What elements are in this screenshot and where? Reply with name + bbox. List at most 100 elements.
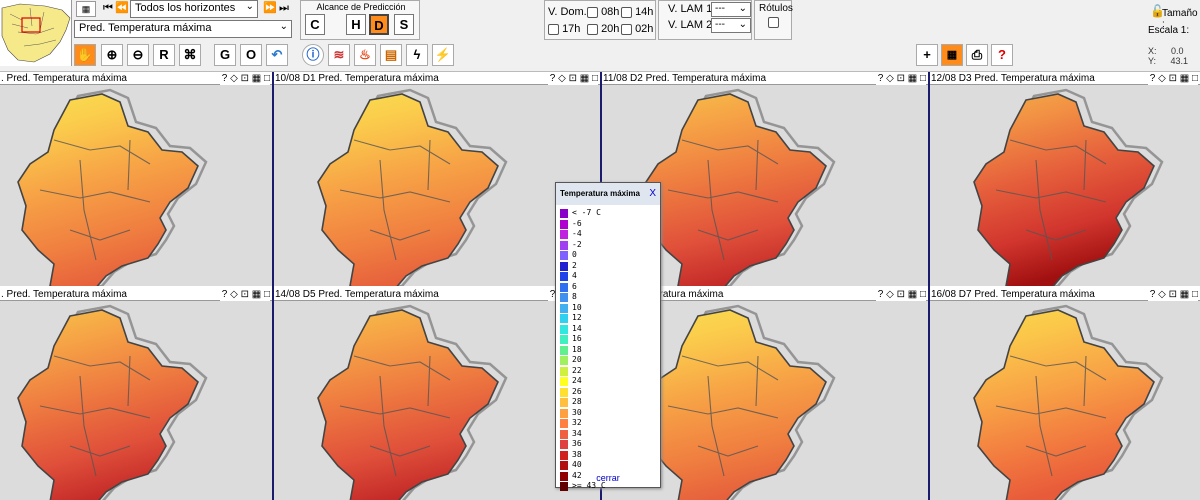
legend-close-button[interactable]: X	[649, 183, 656, 205]
binoculars-icon[interactable]: ⌘	[179, 44, 201, 66]
fire-icon[interactable]: ♨	[354, 44, 376, 66]
coordinates-readout: X: 0.0 Y: 43.1	[1148, 46, 1188, 66]
legend-swatch	[560, 429, 568, 439]
reset-view-button[interactable]: R	[153, 44, 175, 66]
zoom-in-icon[interactable]: ⊕	[101, 44, 123, 66]
vlam2-select[interactable]: --- ⌄	[711, 18, 751, 33]
last-horizon-icon[interactable]: ⏭	[274, 1, 294, 17]
panel-tools-icon[interactable]: ? ◇ ⊡ ▦ □	[219, 72, 270, 85]
escala-label: Escala 1:	[1148, 25, 1190, 36]
add-panel-icon[interactable]: +	[916, 44, 938, 66]
legend-row: 16	[556, 334, 660, 345]
legend-swatch	[560, 219, 568, 229]
legend-row: 14	[556, 324, 660, 335]
map-panel[interactable]: 12/08 D3 Pred. Temperatura máxima? ◇ ⊡ ▦…	[930, 72, 1200, 286]
panel-tools-icon[interactable]: ? ◇ ⊡ ▦ □	[219, 288, 270, 301]
vlam1-label: V. LAM 1	[668, 3, 713, 15]
map-panel[interactable]: 16/08 D7 Pred. Temperatura máxima? ◇ ⊡ ▦…	[930, 288, 1200, 500]
legend-scale: < -7 C -6 -4 -2 0 2 4 6 8 10 12 14 16 18 20 22 24 26 28 30 3…	[556, 205, 660, 492]
vdom-17h-checkbox[interactable]	[548, 23, 559, 35]
chevron-down-icon: ⌄	[279, 21, 288, 32]
rotulos-group: Rótulos	[754, 0, 793, 40]
legend-row: 40	[556, 460, 660, 471]
legend-row: 30	[556, 408, 660, 419]
legend-label: 38	[572, 449, 582, 459]
vdom-08h-checkbox[interactable]	[587, 6, 598, 18]
pan-hand-icon[interactable]: ✋	[74, 44, 96, 66]
horizon-select[interactable]: Todos los horizontes ⌄	[130, 0, 258, 18]
variable-select[interactable]: Pred. Temperatura máxima ⌄	[74, 20, 292, 38]
previous-horizon-icon[interactable]: ⏪	[112, 1, 132, 17]
print-icon[interactable]: ⎙	[966, 44, 988, 66]
vdom-group: V. Dom. 08h 14h 17h 20h 02h	[544, 0, 656, 40]
alcance-button-c[interactable]: C	[305, 14, 325, 35]
alcance-button-h[interactable]: H	[346, 14, 366, 35]
panel-tools-icon[interactable]: ? ◇ ⊡ ▦ □	[875, 72, 926, 85]
y-coord-value: 43.1	[1170, 56, 1189, 66]
zoom-out-icon[interactable]: ⊖	[127, 44, 149, 66]
legend-swatch	[560, 209, 568, 218]
overview-minimap[interactable]	[0, 0, 72, 66]
legend-label: 30	[572, 407, 582, 417]
legend-swatch	[560, 230, 568, 239]
legend-row: 32	[556, 418, 660, 429]
legend-label: 6	[572, 281, 577, 291]
legend-row: 10	[556, 303, 660, 314]
help-icon[interactable]: ?	[991, 44, 1013, 66]
chevron-down-icon: ⌄	[738, 3, 747, 14]
map-panel[interactable]: 10/08 D1 Pred. Temperatura máxima? ◇ ⊡ ▦…	[274, 72, 600, 286]
panel-divider	[928, 72, 930, 500]
undo-arrow-icon[interactable]: ↶	[266, 44, 288, 66]
map-panel[interactable]: 14/08 D5 Pred. Temperatura máxima? ◇ ⊡ ▦…	[274, 288, 600, 500]
panel-tools-icon[interactable]: ? ◇ ⊡ ▦ □	[1147, 288, 1198, 301]
legend-toggle-icon[interactable]: ▦	[941, 44, 963, 66]
variable-select-value: Pred. Temperatura máxima	[79, 22, 212, 34]
vdom-14h-checkbox[interactable]	[621, 6, 632, 18]
legend-swatch	[560, 356, 568, 365]
panel-tools-icon[interactable]: ? ◇ ⊡ ▦ □	[875, 288, 926, 301]
rotulos-checkbox[interactable]	[768, 17, 779, 28]
vdom-20h-checkbox[interactable]	[587, 23, 598, 35]
o-button[interactable]: O	[240, 44, 262, 66]
legend-swatch	[560, 314, 568, 323]
legend-row: 22	[556, 366, 660, 377]
legend-header: Temperatura máxima X	[556, 183, 660, 205]
layers-chart-icon[interactable]: ▤	[380, 44, 402, 66]
vlam1-select[interactable]: --- ⌄	[711, 2, 751, 17]
map-panel-title: 10/08 D1 Pred. Temperatura máxima? ◇ ⊡ ▦…	[274, 72, 600, 85]
legend-swatch	[560, 366, 568, 376]
chevron-down-icon: ⌄	[245, 1, 254, 12]
vdom-08h-label: 08h	[601, 6, 620, 18]
rotulos-label: Rótulos	[759, 3, 793, 14]
lightning-icon[interactable]: ⚡	[432, 44, 454, 66]
map-panel[interactable]: . Pred. Temperatura máxima? ◇ ⊡ ▦ □	[0, 288, 272, 500]
legend-row: 0	[556, 250, 660, 261]
map-panel-title: 12/08 D3 Pred. Temperatura máxima? ◇ ⊡ ▦…	[930, 72, 1200, 85]
legend-swatch	[560, 345, 568, 355]
calendar-icon[interactable]: ▦	[76, 1, 96, 17]
legend-row: -2	[556, 240, 660, 251]
alcance-prediccion-group: Alcance de Predicción C H D S	[300, 0, 420, 40]
legend-swatch	[560, 335, 568, 344]
vdom-02h-checkbox[interactable]	[621, 23, 632, 35]
legend-cerrar-link[interactable]: cerrar	[556, 473, 660, 483]
legend-label: 40	[572, 460, 582, 469]
isolines-icon[interactable]: ≋	[328, 44, 350, 66]
info-icon[interactable]: ⓘ	[302, 44, 324, 66]
vlam2-value: ---	[715, 19, 725, 30]
alcance-button-s[interactable]: S	[394, 14, 414, 35]
map-panel[interactable]: . Pred. Temperatura máxima? ◇ ⊡ ▦ □	[0, 72, 272, 286]
legend-swatch	[560, 398, 568, 407]
legend-swatch	[560, 408, 568, 418]
panel-tools-icon[interactable]: ? ◇ ⊡ ▦ □	[547, 72, 598, 85]
chevron-down-icon: ⌄	[738, 19, 747, 30]
lightning-doc-icon[interactable]: ϟ	[406, 44, 428, 66]
vdom-20h-label: 20h	[601, 23, 620, 35]
alcance-button-d[interactable]: D	[369, 14, 389, 35]
panel-tools-icon[interactable]: ? ◇ ⊡ ▦ □	[1147, 72, 1198, 85]
legend-row: 8	[556, 292, 660, 303]
legend-label: 34	[572, 428, 582, 438]
g-button[interactable]: G	[214, 44, 236, 66]
legend-swatch	[560, 482, 568, 491]
legend-row: 2	[556, 261, 660, 272]
